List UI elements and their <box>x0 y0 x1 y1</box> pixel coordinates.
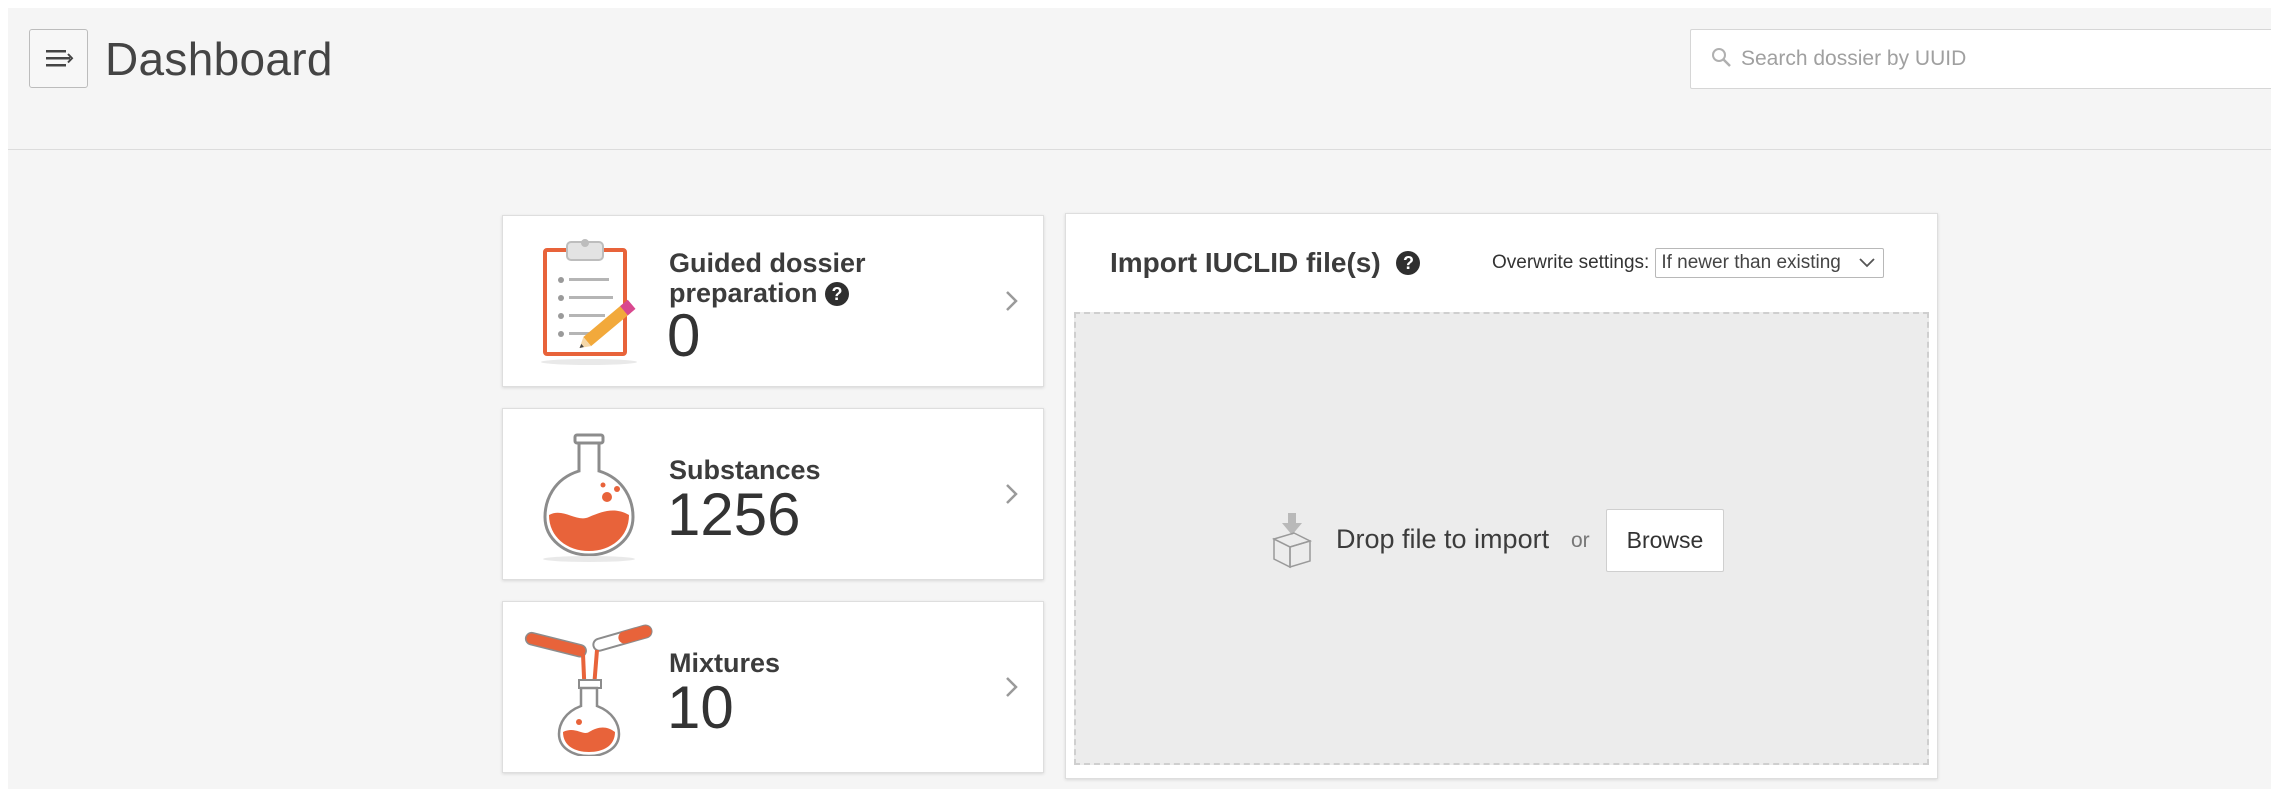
drop-text: Drop file to import <box>1336 524 1550 554</box>
import-panel: Import IUCLID file(s) ? Overwrite settin… <box>1065 213 1938 779</box>
chevron-down-icon <box>1859 258 1875 268</box>
chevron-right-icon <box>1006 291 1018 311</box>
chevron-right-icon <box>1006 484 1018 504</box>
guided-dossier-count: 0 <box>667 302 701 369</box>
mixtures-count: 10 <box>667 674 734 741</box>
import-title: Import IUCLID file(s) ? <box>1110 247 1421 279</box>
mixing-tubes-icon <box>524 624 653 756</box>
guided-dossier-card[interactable]: Guided dossier preparation ? 0 <box>502 215 1044 387</box>
overwrite-select-value: If newer than existing <box>1661 252 1841 273</box>
clipboard-pencil-icon <box>541 239 637 365</box>
package-import-icon <box>1271 513 1313 569</box>
flask-icon <box>543 433 635 562</box>
app-container: Dashboard Search dossier by UUID Guided … <box>8 8 2271 789</box>
menu-toggle-button[interactable] <box>29 29 88 88</box>
overwrite-label: Overwrite settings: <box>1492 252 1650 273</box>
or-text: or <box>1571 529 1590 552</box>
page-title: Dashboard <box>105 33 333 85</box>
help-icon[interactable]: ? <box>1396 251 1421 275</box>
overwrite-settings: Overwrite settings: If newer than existi… <box>1492 248 1885 278</box>
header-bar: Dashboard <box>8 8 2271 150</box>
menu-icon <box>46 50 74 67</box>
file-drop-zone[interactable]: Drop file to import or Browse <box>1074 312 1929 765</box>
import-title-text: Import IUCLID file(s) <box>1110 247 1381 278</box>
search-input[interactable] <box>1741 30 2261 88</box>
search-box[interactable] <box>1690 29 2271 89</box>
help-icon[interactable]: ? <box>825 282 850 306</box>
substances-count: 1256 <box>667 481 801 548</box>
substances-card[interactable]: Substances 1256 <box>502 408 1044 580</box>
guided-dossier-title: Guided dossier <box>669 248 866 278</box>
chevron-right-icon <box>1006 677 1018 697</box>
mixtures-card[interactable]: Mixtures 10 <box>502 601 1044 773</box>
overwrite-select[interactable]: If newer than existing <box>1655 248 1885 278</box>
search-icon <box>1712 48 1731 67</box>
browse-button[interactable]: Browse <box>1606 509 1724 572</box>
